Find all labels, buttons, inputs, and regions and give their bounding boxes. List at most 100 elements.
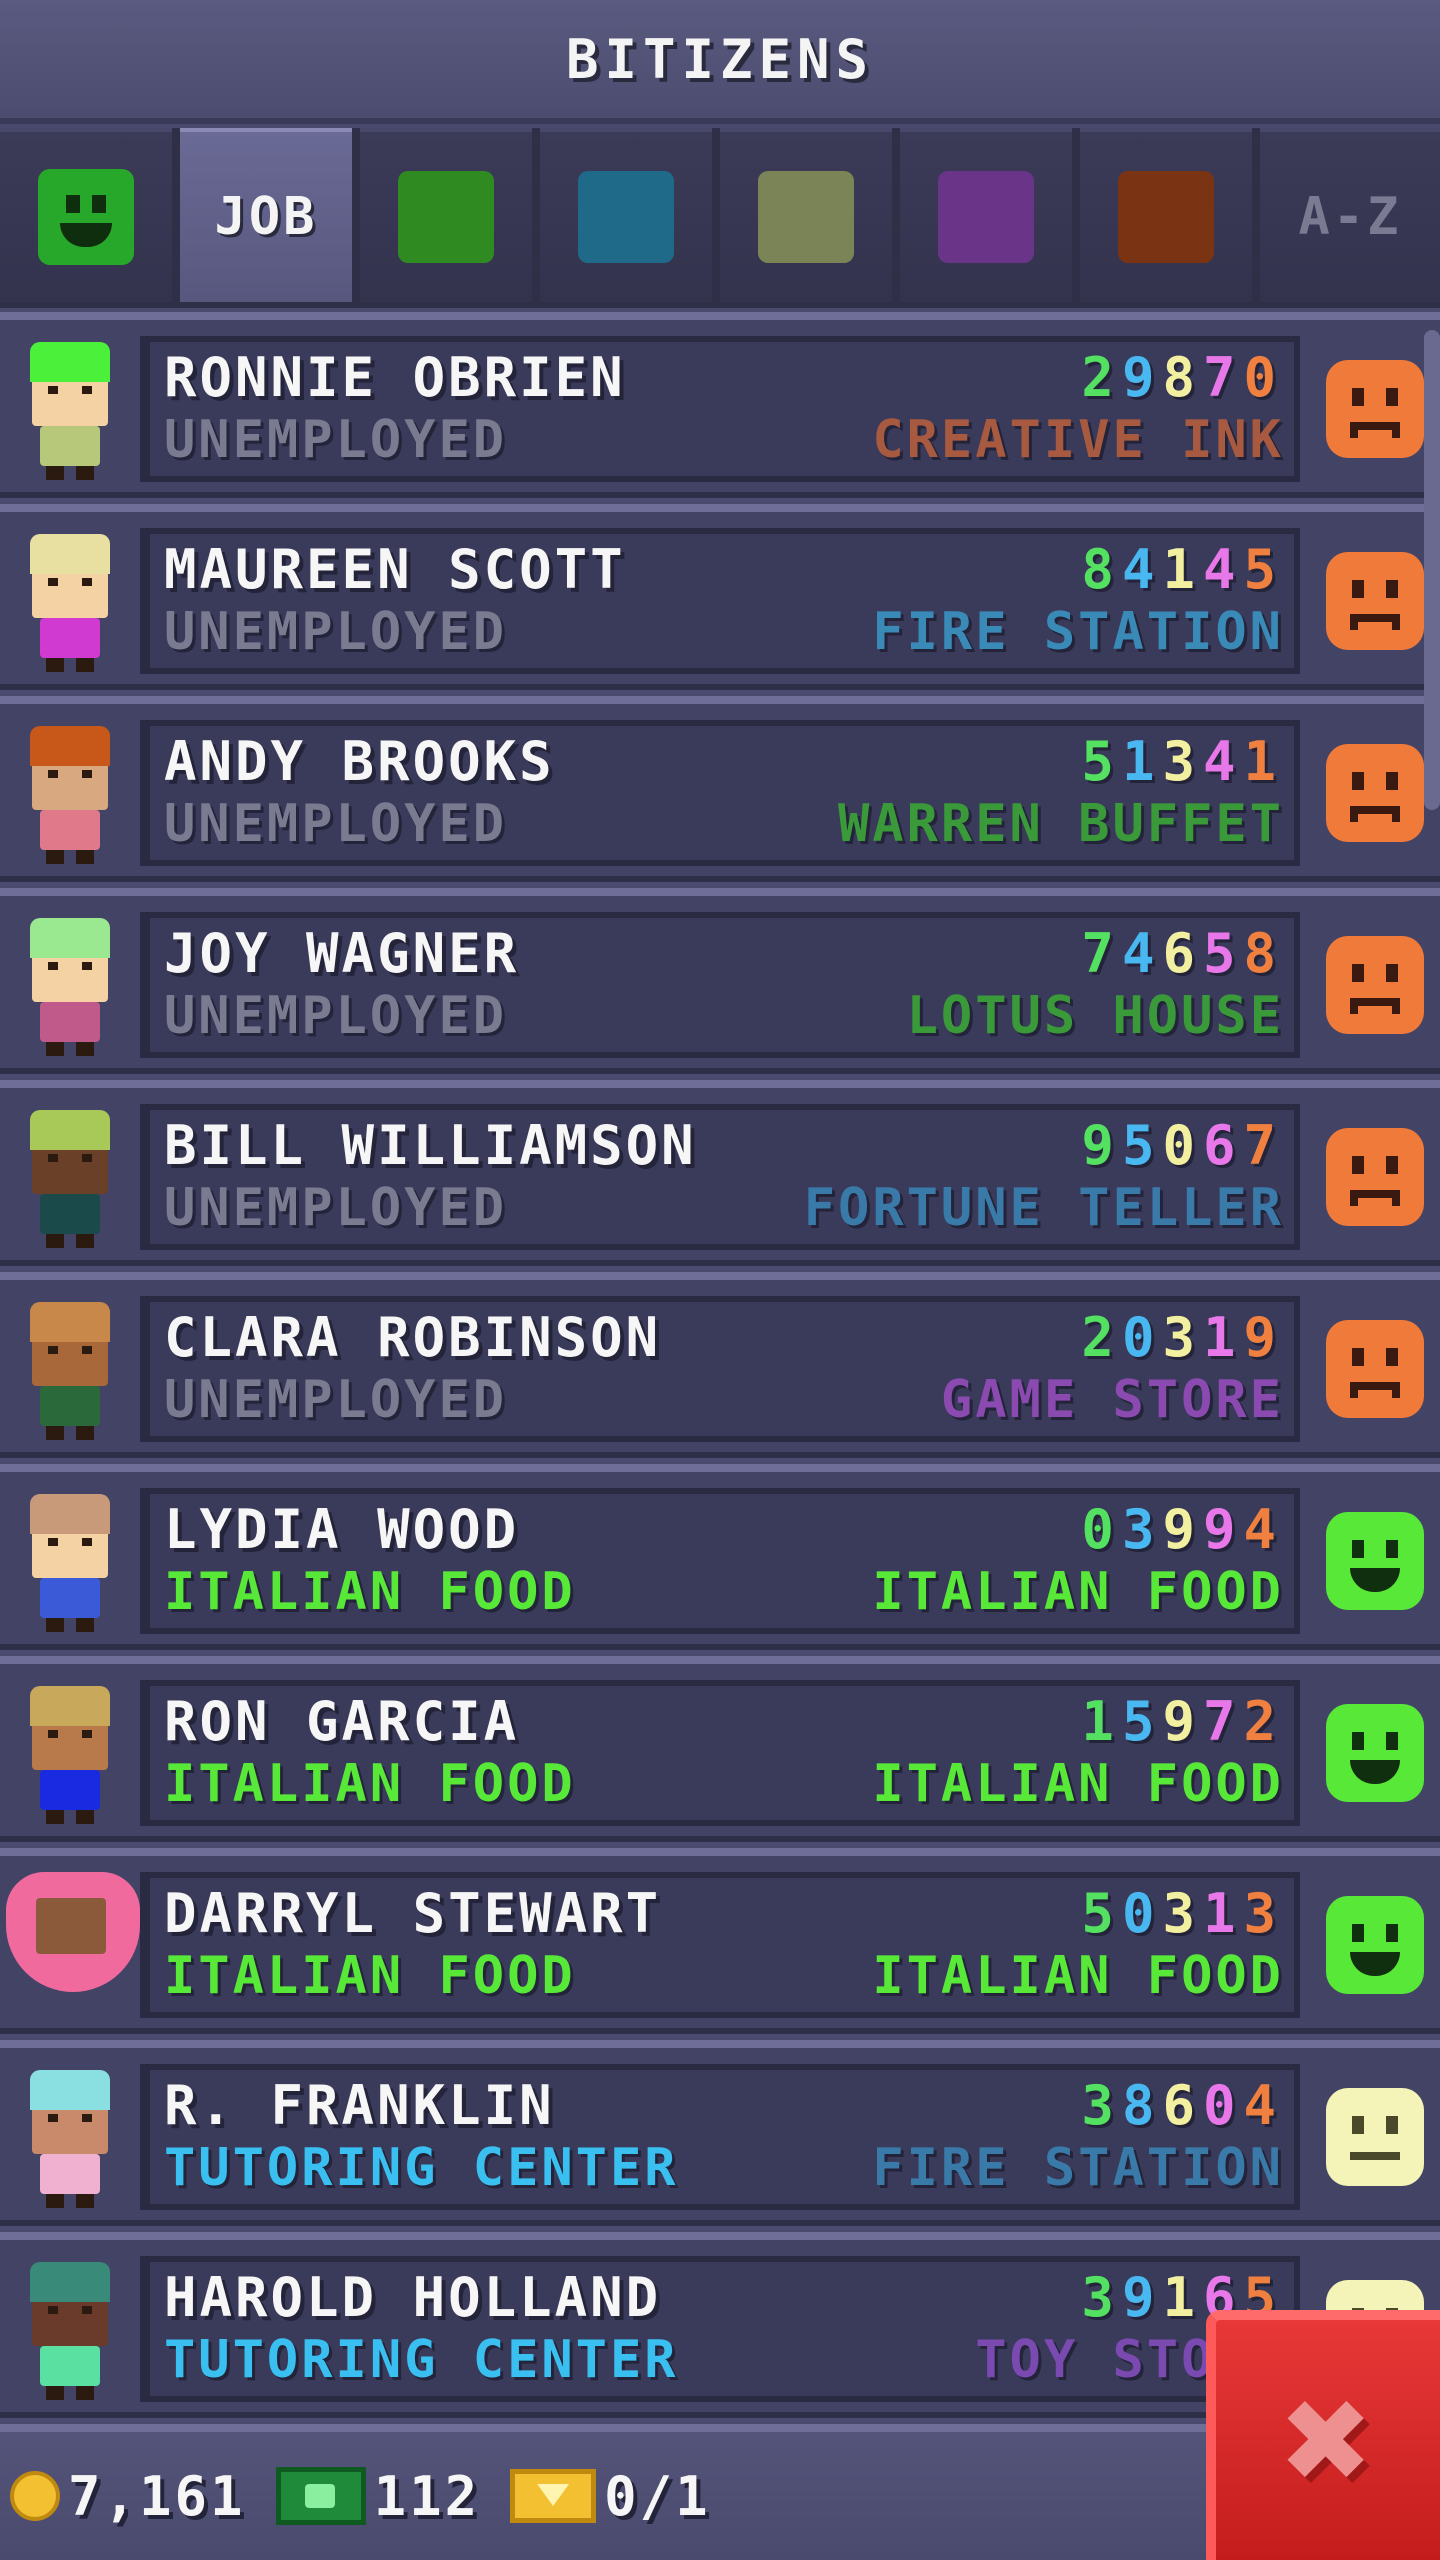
skill-digit: 2 <box>1243 1690 1284 1753</box>
tab-color-filter[interactable] <box>900 128 1072 302</box>
skill-digit: 0 <box>1121 1882 1163 1945</box>
bitizen-current-job: TUTORING CENTER <box>164 2138 679 2198</box>
bitizen-skill-code: 50313 <box>1081 1882 1284 1945</box>
bitizen-name: LYDIA WOOD <box>164 1498 520 1561</box>
sad-face-icon <box>1326 552 1424 650</box>
skill-digit: 9 <box>1243 1306 1284 1369</box>
bitizen-row[interactable]: RONNIE OBRIEN UNEMPLOYED 29870 CREATIVE INK <box>0 312 1440 498</box>
happy-face-icon <box>1326 1896 1424 1994</box>
bux-icon <box>275 2467 366 2525</box>
skill-digit: 9 <box>1162 1690 1203 1753</box>
sort-tabs: JOB A-Z <box>0 128 1440 308</box>
skill-digit: 0 <box>1081 1498 1122 1561</box>
list-scrollbar[interactable] <box>1424 330 1440 810</box>
color-swatch <box>578 171 674 263</box>
tab-color-filter[interactable] <box>360 128 532 302</box>
bitizen-avatar <box>18 910 122 1060</box>
tab-color-filter[interactable] <box>540 128 712 302</box>
bitizen-avatar <box>18 1678 122 1828</box>
bitizen-current-job: ITALIAN FOOD <box>164 1562 576 1622</box>
bitizen-name: ANDY BROOKS <box>164 730 555 793</box>
skill-digit: 6 <box>1202 1114 1244 1177</box>
bitizen-dream-job: FORTUNE TELLER <box>803 1178 1284 1238</box>
skill-digit: 9 <box>1121 2266 1163 2329</box>
sad-face-icon <box>1326 1320 1424 1418</box>
bitizen-skill-code: 95067 <box>1081 1114 1284 1177</box>
bitizen-avatar <box>18 2254 122 2404</box>
vip-value: 0/1 <box>604 2464 711 2528</box>
skill-digit: 9 <box>1081 1114 1122 1177</box>
skill-digit: 8 <box>1081 538 1122 601</box>
bitizen-info-panel: BILL WILLIAMSON UNEMPLOYED 95067 FORTUNE TE… <box>140 1104 1300 1250</box>
skill-digit: 5 <box>1121 1690 1163 1753</box>
skill-digit: 7 <box>1243 1114 1284 1177</box>
bitizen-current-job: UNEMPLOYED <box>164 986 508 1046</box>
tab-mood[interactable] <box>0 128 172 302</box>
bitizen-current-job: TUTORING CENTER <box>164 2330 679 2390</box>
bitizen-row[interactable]: RON GARCIA ITALIAN FOOD 15972 ITALIAN FOOD <box>0 1656 1440 1842</box>
bitizen-skill-code: 84145 <box>1081 538 1284 601</box>
skill-digit: 1 <box>1202 1306 1244 1369</box>
bitizen-name: JOY WAGNER <box>164 922 520 985</box>
bitizen-row[interactable]: DARRYL STEWART ITALIAN FOOD 50313 ITALIAN F… <box>0 1848 1440 2034</box>
bitizen-current-job: ITALIAN FOOD <box>164 1946 576 2006</box>
bitizen-skill-code: 38604 <box>1081 2074 1284 2137</box>
bitizen-row[interactable]: CLARA ROBINSON UNEMPLOYED 20319 GAME STORE <box>0 1272 1440 1458</box>
bitizen-row[interactable]: MAUREEN SCOTT UNEMPLOYED 84145 FIRE STATION <box>0 504 1440 690</box>
color-swatch <box>1118 171 1214 263</box>
tab-color-filter[interactable] <box>1080 128 1252 302</box>
bitizen-avatar <box>18 526 122 676</box>
bitizen-avatar <box>18 718 122 868</box>
close-button[interactable]: ✖ <box>1206 2310 1440 2560</box>
page-title: BITIZENS <box>565 27 875 91</box>
bitizen-info-panel: MAUREEN SCOTT UNEMPLOYED 84145 FIRE STATION <box>140 528 1300 674</box>
bitizen-dream-job: ITALIAN FOOD <box>872 1754 1284 1814</box>
skill-digit: 7 <box>1202 1690 1244 1753</box>
bitizen-name: RONNIE OBRIEN <box>164 346 626 409</box>
bux-display: 112 <box>275 2465 481 2528</box>
bitizen-row[interactable]: R. FRANKLIN TUTORING CENTER 38604 FIRE STAT… <box>0 2040 1440 2226</box>
bitizen-list[interactable]: RONNIE OBRIEN UNEMPLOYED 29870 CREATIVE INK… <box>0 312 1440 2422</box>
header-bar: BITIZENS <box>0 0 1440 124</box>
bitizen-name: R. FRANKLIN <box>164 2074 555 2137</box>
skill-digit: 5 <box>1081 1882 1122 1945</box>
bitizen-info-panel: DARRYL STEWART ITALIAN FOOD 50313 ITALIAN F… <box>140 1872 1300 2018</box>
skill-digit: 3 <box>1162 730 1203 793</box>
vip-ticket-icon <box>510 2469 597 2523</box>
skill-digit: 1 <box>1243 730 1284 793</box>
bitizen-row[interactable]: BILL WILLIAMSON UNEMPLOYED 95067 FORTUNE TE… <box>0 1080 1440 1266</box>
skill-digit: 5 <box>1202 922 1244 985</box>
color-swatch <box>398 171 494 263</box>
bitizen-skill-code: 15972 <box>1081 1690 1284 1753</box>
skill-digit: 4 <box>1243 1498 1284 1561</box>
happy-face-icon <box>38 169 134 265</box>
bitizen-info-panel: HAROLD HOLLAND TUTORING CENTER 39165 TOY ST… <box>140 2256 1300 2402</box>
bitizen-name: HAROLD HOLLAND <box>164 2266 662 2329</box>
tab-a-z[interactable]: A-Z <box>1260 128 1440 302</box>
bitizen-row[interactable]: JOY WAGNER UNEMPLOYED 74658 LOTUS HOUSE <box>0 888 1440 1074</box>
skill-digit: 0 <box>1202 2074 1244 2137</box>
bitizen-skill-code: 20319 <box>1081 1306 1284 1369</box>
bitizen-row[interactable]: LYDIA WOOD ITALIAN FOOD 03994 ITALIAN FOOD <box>0 1464 1440 1650</box>
neutral-face-icon <box>1326 2088 1424 2186</box>
skill-digit: 2 <box>1081 346 1122 409</box>
tab-color-filter[interactable] <box>720 128 892 302</box>
skill-digit: 9 <box>1202 1498 1244 1561</box>
skill-digit: 0 <box>1243 346 1284 409</box>
bitizen-dream-job: CREATIVE INK <box>872 410 1284 470</box>
bitizen-dream-job: LOTUS HOUSE <box>906 986 1284 1046</box>
bitizen-dream-job: WARREN BUFFET <box>838 794 1284 854</box>
skill-digit: 7 <box>1081 922 1122 985</box>
bitizen-current-job: UNEMPLOYED <box>164 602 508 662</box>
bitizen-info-panel: RONNIE OBRIEN UNEMPLOYED 29870 CREATIVE INK <box>140 336 1300 482</box>
bitizen-info-panel: CLARA ROBINSON UNEMPLOYED 20319 GAME STORE <box>140 1296 1300 1442</box>
tab-label: JOB <box>214 187 318 247</box>
tab-job[interactable]: JOB <box>180 128 352 302</box>
skill-digit: 0 <box>1162 1114 1203 1177</box>
bitizen-current-job: UNEMPLOYED <box>164 410 508 470</box>
skill-digit: 1 <box>1081 1690 1122 1753</box>
tab-label: A-Z <box>1298 187 1402 247</box>
bitizen-row[interactable]: ANDY BROOKS UNEMPLOYED 51341 WARREN BUFFET <box>0 696 1440 882</box>
bitizen-skill-code: 74658 <box>1081 922 1284 985</box>
coins-display: 7,161 <box>10 2465 246 2528</box>
